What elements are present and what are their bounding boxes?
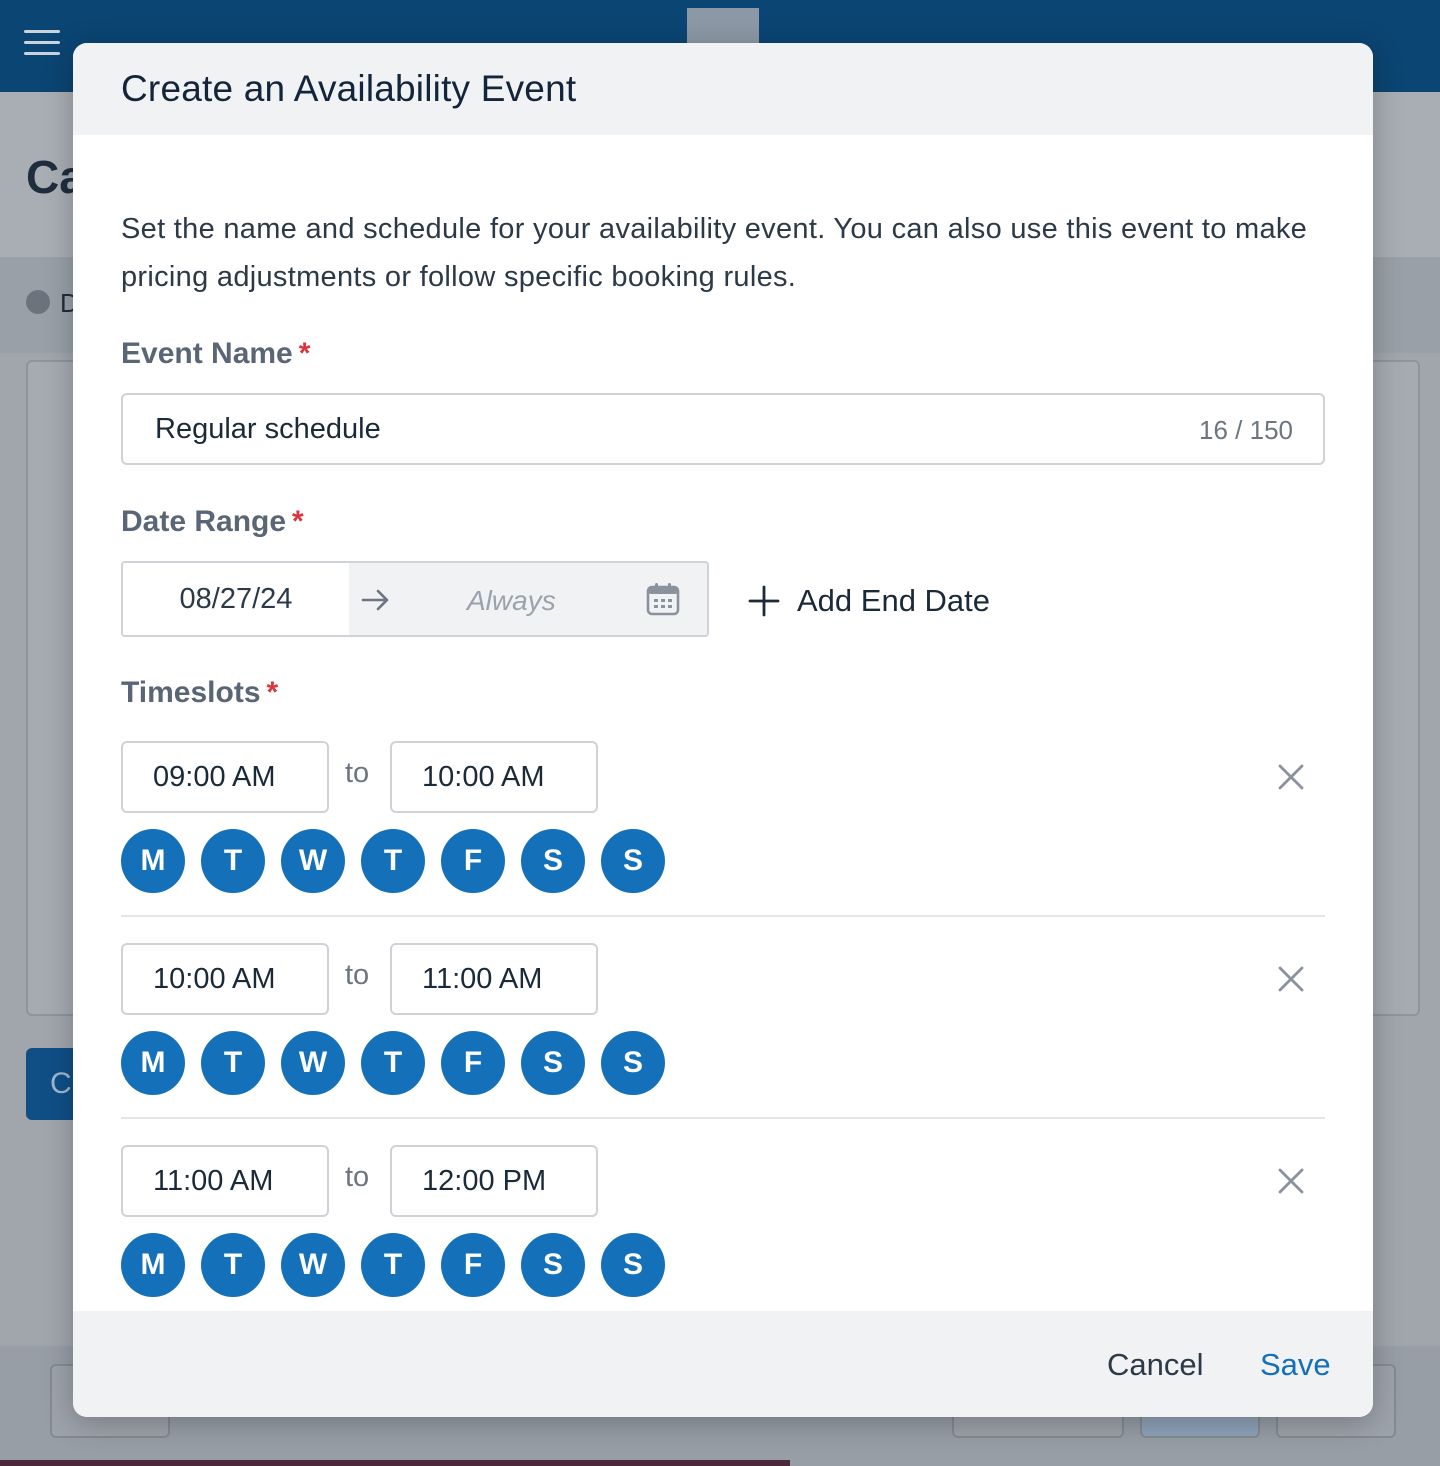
cancel-button[interactable]: Cancel [1107, 1347, 1204, 1383]
day-toggle-friday[interactable]: F [441, 829, 505, 893]
day-toggle-tuesday[interactable]: T [201, 1031, 265, 1095]
date-range-label: Date Range * [121, 505, 304, 539]
app-bottom-strip [0, 1460, 790, 1466]
close-icon[interactable] [1277, 1167, 1305, 1195]
timeslots-label: Timeslots * [121, 676, 278, 710]
close-icon[interactable] [1277, 763, 1305, 791]
day-toggle-saturday[interactable]: S [521, 1031, 585, 1095]
day-toggle-sunday[interactable]: S [601, 1233, 665, 1297]
timeslot-divider [121, 915, 1325, 917]
day-toggle-wednesday[interactable]: W [281, 829, 345, 893]
timeslot-to-label: to [345, 1161, 370, 1193]
plus-icon [748, 585, 780, 617]
timeslot-to-label: to [345, 959, 370, 991]
day-toggle-monday[interactable]: M [121, 1233, 185, 1297]
timeslot-divider [121, 1117, 1325, 1119]
event-name-input[interactable]: Regular schedule 16 / 150 [121, 393, 1325, 465]
weekday-selector: M T W T F S S [121, 829, 681, 893]
add-end-date-label: Add End Date [797, 583, 991, 618]
weekday-selector: M T W T F S S [121, 1031, 681, 1095]
modal-header: Create an Availability Event [73, 43, 1373, 135]
required-marker: * [266, 676, 279, 709]
timeslot-start-input[interactable]: 09:00 AM [121, 741, 329, 813]
day-toggle-saturday[interactable]: S [521, 1233, 585, 1297]
timeslot-end-input[interactable]: 11:00 AM [390, 943, 598, 1015]
event-name-value[interactable]: Regular schedule [155, 413, 381, 446]
timeslot-start-input[interactable]: 11:00 AM [121, 1145, 329, 1217]
day-toggle-thursday[interactable]: T [361, 1233, 425, 1297]
weekday-selector: M T W T F S S [121, 1233, 681, 1297]
hamburger-menu-icon[interactable] [24, 30, 60, 58]
modal-title: Create an Availability Event [121, 68, 577, 109]
app-logo [687, 8, 759, 48]
timeslot-start-input[interactable]: 10:00 AM [121, 943, 329, 1015]
status-dot-icon [26, 290, 50, 314]
day-toggle-sunday[interactable]: S [601, 829, 665, 893]
modal-footer: Cancel Save [73, 1311, 1373, 1417]
timeslot-end-input[interactable]: 10:00 AM [390, 741, 598, 813]
date-range-picker[interactable]: 08/27/24 Always [121, 561, 709, 637]
timeslot-to-label: to [345, 757, 370, 789]
day-toggle-thursday[interactable]: T [361, 1031, 425, 1095]
day-toggle-sunday[interactable]: S [601, 1031, 665, 1095]
event-name-label-text: Event Name [121, 337, 293, 370]
event-name-char-counter: 16 / 150 [1199, 415, 1293, 445]
day-toggle-monday[interactable]: M [121, 829, 185, 893]
modal-description: Set the name and schedule for your avail… [121, 213, 1308, 293]
add-end-date-button[interactable]: Add End Date [747, 581, 990, 621]
save-button[interactable]: Save [1260, 1347, 1331, 1383]
end-date-placeholder[interactable]: Always [467, 585, 556, 617]
event-name-label: Event Name * [121, 337, 310, 371]
day-toggle-wednesday[interactable]: W [281, 1031, 345, 1095]
day-toggle-saturday[interactable]: S [521, 829, 585, 893]
day-toggle-wednesday[interactable]: W [281, 1233, 345, 1297]
timeslots-label-text: Timeslots [121, 676, 261, 709]
timeslot-end-input[interactable]: 12:00 PM [390, 1145, 598, 1217]
arrow-right-icon [361, 589, 389, 611]
availability-event-modal: Create an Availability Event Set the nam… [73, 43, 1373, 1417]
required-marker: * [298, 337, 311, 370]
start-date-input[interactable]: 08/27/24 [123, 563, 349, 635]
day-toggle-thursday[interactable]: T [361, 829, 425, 893]
required-marker: * [292, 505, 304, 538]
start-date-value: 08/27/24 [179, 583, 293, 615]
day-toggle-tuesday[interactable]: T [201, 829, 265, 893]
date-range-label-text: Date Range [121, 505, 287, 538]
day-toggle-monday[interactable]: M [121, 1031, 185, 1095]
day-toggle-friday[interactable]: F [441, 1031, 505, 1095]
calendar-icon[interactable] [645, 581, 681, 617]
day-toggle-tuesday[interactable]: T [201, 1233, 265, 1297]
close-icon[interactable] [1277, 965, 1305, 993]
day-toggle-friday[interactable]: F [441, 1233, 505, 1297]
